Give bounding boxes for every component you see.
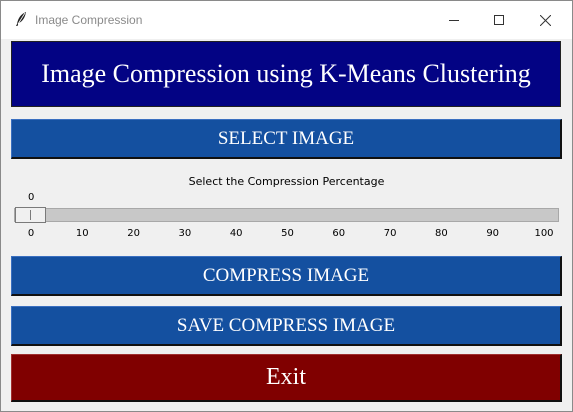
slider-tick-label: 30 xyxy=(178,228,192,239)
slider-trough[interactable] xyxy=(14,208,559,222)
slider-tick-label: 40 xyxy=(229,228,243,239)
slider-grip xyxy=(30,210,31,220)
title-bar: Image Compression xyxy=(1,1,572,39)
maximize-button[interactable] xyxy=(476,1,522,39)
slider-value: 0 xyxy=(28,192,35,203)
close-icon xyxy=(539,14,551,26)
close-button[interactable] xyxy=(522,1,568,39)
save-compressed-image-button[interactable]: SAVE COMPRESS IMAGE xyxy=(11,306,562,346)
slider-tick-label: 10 xyxy=(75,228,89,239)
exit-button[interactable]: Exit xyxy=(11,354,562,402)
app-window: Image Compression Image Compression usin… xyxy=(0,0,573,412)
slider-tick-label: 20 xyxy=(127,228,140,239)
slider-thumb[interactable] xyxy=(15,207,46,223)
slider-tick-label: 90 xyxy=(486,228,500,239)
minimize-icon xyxy=(449,20,459,21)
slider-tick-label: 80 xyxy=(435,228,448,239)
minimize-button[interactable] xyxy=(431,1,477,39)
maximize-icon xyxy=(494,15,504,25)
feather-icon xyxy=(14,11,28,27)
page-title: Image Compression using K-Means Clusteri… xyxy=(11,41,561,107)
slider-tick-label: 60 xyxy=(332,228,346,239)
slider-tick-label: 70 xyxy=(383,228,397,239)
slider-tick-label: 0 xyxy=(27,228,35,239)
window-title: Image Compression xyxy=(35,13,143,27)
compress-image-button[interactable]: COMPRESS IMAGE xyxy=(11,256,562,296)
compression-slider-panel: Select the Compression Percentage 0 0 10 2… xyxy=(11,167,562,245)
slider-tick-label: 100 xyxy=(534,228,554,239)
slider-tick-label: 50 xyxy=(281,228,294,239)
slider-label: Select the Compression Percentage xyxy=(188,175,385,188)
select-image-button[interactable]: SELECT IMAGE xyxy=(11,119,562,159)
